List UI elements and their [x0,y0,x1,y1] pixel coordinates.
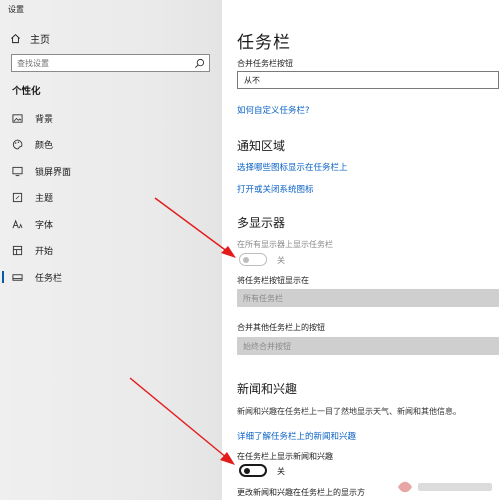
system-icons-link[interactable]: 打开或关闭系统图标 [237,183,314,195]
search-icon[interactable] [194,58,205,69]
combine-other-label: 合并其他任务栏上的按钮 [237,323,325,332]
sidebar-home-label: 主页 [30,34,50,46]
notification-area-heading: 通知区域 [237,139,286,153]
taskbar-icon [12,274,23,281]
lock-screen-icon [12,166,23,176]
sidebar-item-label: 背景 [35,114,54,125]
settings-sidebar: 设置 主页 个性化 背景 颜色 [0,0,222,500]
sidebar-item-label: 任务栏 [35,273,63,284]
combine-buttons-value: 从不 [244,75,260,85]
theme-icon [12,193,23,203]
sidebar-home[interactable]: 主页 [10,31,50,46]
news-interests-description: 新闻和兴趣在任务栏上一目了然地显示天气、新闻和其他信息。 [237,407,461,416]
section-title: 个性化 [12,86,41,97]
combine-buttons-dropdown[interactable]: 从不 [237,71,499,89]
font-icon [12,219,23,229]
start-icon [12,246,23,256]
show-buttons-on-dropdown[interactable]: 所有任务栏 [237,289,499,307]
sidebar-item-taskbar[interactable]: 任务栏 [0,264,222,291]
sidebar-item-label: 锁屏界面 [35,167,72,178]
sidebar-item-label: 字体 [35,220,54,231]
sidebar-item-background[interactable]: 背景 [0,105,222,132]
sidebar-item-lock-screen[interactable]: 锁屏界面 [0,158,222,185]
settings-content: 任务栏 合并任务栏按钮 从不 如何自定义任务栏? 通知区域 选择哪些图标显示在任… [222,0,500,500]
search-box[interactable] [11,54,210,72]
show-buttons-on-label: 将任务栏按钮显示在 [237,276,309,285]
combine-buttons-label: 合并任务栏按钮 [237,59,293,68]
page-title: 任务栏 [237,33,291,53]
show-news-label: 在任务栏上显示新闻和兴趣 [237,452,333,461]
show-news-toggle[interactable] [239,464,267,477]
sidebar-item-label: 开始 [35,247,54,258]
select-icons-link[interactable]: 选择哪些图标显示在任务栏上 [237,161,348,173]
sidebar-item-start[interactable]: 开始 [0,238,222,265]
show-all-displays-toggle[interactable] [239,253,267,266]
news-interests-heading: 新闻和兴趣 [237,382,298,396]
sidebar-item-label: 主题 [35,194,54,205]
news-learn-more-link[interactable]: 详细了解任务栏上的新闻和兴趣 [237,430,356,442]
sidebar-item-colors[interactable]: 颜色 [0,132,222,159]
search-input[interactable] [17,58,187,68]
show-news-state: 关 [277,467,285,476]
customize-taskbar-link[interactable]: 如何自定义任务栏? [237,104,310,116]
image-icon [12,114,23,123]
show-all-displays-state: 关 [277,256,285,265]
watermark-logo [398,481,492,493]
sidebar-nav: 背景 颜色 锁屏界面 主题 字体 开始 任务栏 [0,105,222,291]
change-news-display-label: 更改新闻和兴趣在任务栏上的显示方 [237,488,365,497]
show-all-displays-label: 在所有显示器上显示任务栏 [237,240,333,249]
combine-other-dropdown[interactable]: 始终合并按钮 [237,337,499,355]
sidebar-item-themes[interactable]: 主题 [0,185,222,212]
sidebar-item-fonts[interactable]: 字体 [0,211,222,238]
combine-other-value: 始终合并按钮 [243,341,291,351]
show-buttons-on-value: 所有任务栏 [243,293,283,303]
multiple-displays-heading: 多显示器 [237,216,286,230]
palette-icon [12,139,23,150]
sidebar-item-label: 颜色 [35,141,54,152]
home-icon [11,33,20,43]
window-title: 设置 [8,5,24,14]
